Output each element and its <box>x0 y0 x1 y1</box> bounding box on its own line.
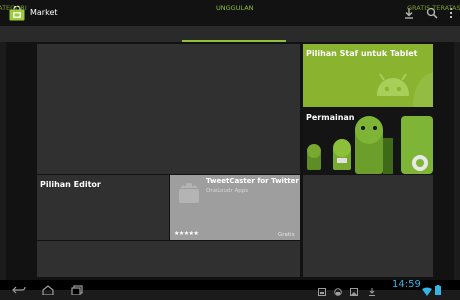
download-notification-icon <box>368 281 376 300</box>
recent-apps-icon[interactable] <box>70 280 84 296</box>
tile-pilihan-staf-title: Pilihan Staf untuk Tablet <box>306 49 418 58</box>
clock: 14:59 <box>392 279 421 290</box>
app-title: Market <box>30 8 58 17</box>
android-debug-icon <box>334 281 342 300</box>
android-robot-icon <box>377 72 433 107</box>
app-rating-stars: ★★★★★ <box>174 230 199 237</box>
tile-pilihan-editor[interactable]: Pilihan Editor <box>37 175 169 240</box>
tab-kategori[interactable]: KATEGORI <box>0 3 27 13</box>
tile-permainan-title: Permainan <box>306 113 355 122</box>
app-title: TweetCaster for Twitter <box>206 177 299 185</box>
app-developer: OneLoudr Apps <box>206 188 249 194</box>
wifi-icon <box>422 281 432 300</box>
tile-empty-bottom[interactable] <box>37 241 300 277</box>
back-icon[interactable] <box>12 280 26 294</box>
system-bar <box>0 280 460 290</box>
tile-permainan[interactable]: Permainan <box>303 108 433 174</box>
tile-pilihan-editor-title: Pilihan Editor <box>40 180 101 189</box>
screenshot-icon <box>318 281 326 300</box>
tab-unggulan[interactable]: UNGGULAN <box>216 3 254 13</box>
home-icon[interactable] <box>41 280 55 296</box>
tile-pilihan-staf[interactable]: Pilihan Staf untuk Tablet <box>303 44 433 107</box>
image-notification-icon <box>350 281 358 300</box>
tile-empty-right[interactable] <box>303 175 433 277</box>
app-placeholder-icon <box>179 183 199 203</box>
app-price: Gratis <box>278 232 295 238</box>
featured-banner[interactable] <box>37 44 300 174</box>
tab-gratis-teratas[interactable]: GRATIS TERATAS <box>407 3 460 13</box>
